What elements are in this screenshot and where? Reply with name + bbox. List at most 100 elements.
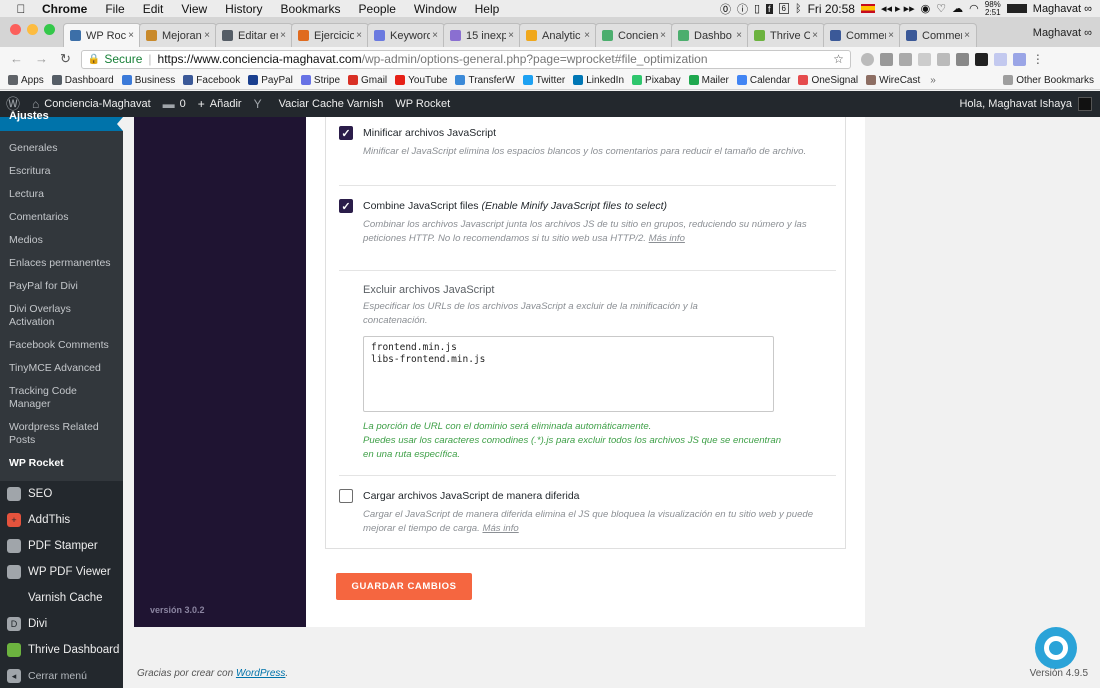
tab-close-icon[interactable]: × bbox=[964, 30, 970, 41]
minify-js-checkbox[interactable]: ✓ bbox=[339, 126, 353, 140]
battery-icon[interactable] bbox=[1006, 4, 1027, 13]
add-new-link[interactable]: + Añadir bbox=[198, 97, 242, 111]
site-name-link[interactable]: ⌂ Conciencia-Maghavat bbox=[32, 97, 151, 111]
submenu-item[interactable]: Divi Overlays Activation bbox=[0, 298, 123, 334]
tab-close-icon[interactable]: × bbox=[888, 30, 894, 41]
defer-js-more-link[interactable]: Más info bbox=[482, 523, 518, 534]
tab-close-icon[interactable]: × bbox=[204, 30, 210, 41]
submenu-item[interactable]: Facebook Comments bbox=[0, 334, 123, 357]
browser-tab[interactable]: Ejercicio × bbox=[291, 23, 369, 47]
submenu-item[interactable]: Wordpress Related Posts bbox=[0, 416, 123, 452]
bookmark-star-icon[interactable]: ☆ bbox=[833, 52, 844, 66]
bookmark-item[interactable]: Dashboard bbox=[51, 75, 114, 86]
save-changes-button[interactable]: GUARDAR CAMBIOS bbox=[336, 573, 472, 600]
bookmark-item[interactable]: Pixabay bbox=[632, 75, 681, 86]
bookmark-item[interactable]: TransferW bbox=[455, 75, 515, 86]
extension-icon-2[interactable] bbox=[879, 52, 893, 66]
back-arrow-icon[interactable]: ← bbox=[10, 51, 23, 67]
help-lifebuoy-icon[interactable] bbox=[1035, 627, 1077, 669]
menu-item[interactable]: PDF Stamper bbox=[0, 533, 123, 559]
browser-tab[interactable]: WP Rock× bbox=[63, 23, 141, 47]
tab-close-icon[interactable]: × bbox=[736, 30, 742, 41]
profile-name[interactable]: Maghavat ∞ bbox=[1033, 27, 1092, 39]
browser-tab[interactable]: Concien × bbox=[595, 23, 673, 47]
status-icon-4[interactable]: f bbox=[766, 3, 773, 14]
menu-item[interactable]: History bbox=[225, 2, 262, 16]
menu-item[interactable]: Edit bbox=[143, 2, 164, 16]
menu-item[interactable]: + AddThis bbox=[0, 507, 123, 533]
submenu-item[interactable]: Escritura bbox=[0, 160, 123, 183]
screen-record-icon[interactable]: ◉ bbox=[921, 2, 931, 15]
submenu-item[interactable]: Generales bbox=[0, 137, 123, 160]
bookmark-item[interactable]: Business bbox=[121, 75, 175, 86]
browser-tab[interactable]: Thrive C × bbox=[747, 23, 825, 47]
menu-item[interactable]: Varnish Cache bbox=[0, 585, 123, 611]
defer-js-checkbox[interactable] bbox=[339, 489, 353, 503]
menu-item[interactable]: WP PDF Viewer bbox=[0, 559, 123, 585]
extension-icon-8[interactable] bbox=[993, 52, 1007, 66]
submenu-item[interactable]: Tracking Code Manager bbox=[0, 380, 123, 416]
reload-icon[interactable]: ↻ bbox=[60, 51, 71, 67]
other-bookmarks[interactable]: Other Bookmarks bbox=[1003, 75, 1094, 86]
combine-js-checkbox[interactable]: ✓ bbox=[339, 199, 353, 213]
wordpress-link[interactable]: WordPress bbox=[236, 668, 285, 679]
extension-icon-7[interactable] bbox=[974, 52, 988, 66]
status-icon-2[interactable]: ⓘ bbox=[737, 1, 748, 17]
browser-tab[interactable]: Analytic × bbox=[519, 23, 597, 47]
bookmark-item[interactable]: YouTube bbox=[395, 75, 447, 86]
menu-item[interactable]: Help bbox=[475, 2, 500, 16]
heart-icon[interactable]: ♡ bbox=[936, 2, 946, 15]
extension-icon-3[interactable] bbox=[898, 52, 912, 66]
extension-icon-4[interactable] bbox=[917, 52, 931, 66]
user-menu[interactable]: Maghavat ∞ bbox=[1033, 3, 1092, 15]
browser-tab[interactable]: Commen× bbox=[899, 23, 977, 47]
bookmark-item[interactable]: WireCast bbox=[866, 75, 920, 86]
zoom-window-button[interactable] bbox=[44, 24, 55, 35]
menu-app-name[interactable]: Chrome bbox=[42, 2, 87, 16]
menu-item[interactable]: People bbox=[359, 2, 396, 16]
tab-close-icon[interactable]: × bbox=[432, 30, 438, 41]
submenu-item[interactable]: TinyMCE Advanced bbox=[0, 357, 123, 380]
bookmark-item[interactable]: OneSignal bbox=[798, 75, 858, 86]
menu-item[interactable]: SEO bbox=[0, 481, 123, 507]
status-icon-3[interactable]: ▯ bbox=[754, 2, 760, 15]
tab-close-icon[interactable]: × bbox=[356, 30, 362, 41]
extension-icon-9[interactable] bbox=[1012, 52, 1026, 66]
varnish-purge-link[interactable]: Vaciar Cache Varnish bbox=[279, 98, 384, 110]
submenu-item[interactable]: Lectura bbox=[0, 183, 123, 206]
tab-close-icon[interactable]: × bbox=[660, 30, 666, 41]
tab-close-icon[interactable]: × bbox=[128, 30, 134, 41]
status-icon-1[interactable]: ⓪ bbox=[720, 1, 731, 17]
flag-icon[interactable] bbox=[860, 4, 875, 13]
close-window-button[interactable] bbox=[10, 24, 21, 35]
extension-icon-6[interactable] bbox=[955, 52, 969, 66]
chrome-menu-icon[interactable]: ⋮ bbox=[1032, 52, 1045, 66]
bookmark-item[interactable]: Mailer bbox=[688, 75, 729, 86]
exclude-js-textarea[interactable] bbox=[363, 336, 774, 412]
browser-tab[interactable]: Editar er × bbox=[215, 23, 293, 47]
bluetooth-icon[interactable]: ᛒ bbox=[795, 3, 802, 15]
account-menu[interactable]: Hola, Maghavat Ishaya bbox=[959, 97, 1092, 111]
clock[interactable]: Fri 20:58 bbox=[808, 2, 855, 16]
apple-icon[interactable]:  bbox=[14, 2, 28, 16]
bookmark-item[interactable]: Gmail bbox=[348, 75, 387, 86]
menu-item[interactable]: File bbox=[105, 2, 124, 16]
menu-item[interactable]: Thrive Dashboard bbox=[0, 637, 123, 663]
submenu-item[interactable]: PayPal for Divi bbox=[0, 275, 123, 298]
forward-arrow-icon[interactable]: → bbox=[35, 51, 48, 67]
menu-item[interactable]: View bbox=[181, 2, 207, 16]
submenu-item[interactable]: Medios bbox=[0, 229, 123, 252]
bookmark-item[interactable]: Calendar bbox=[736, 75, 790, 86]
menu-item[interactable]: D Divi bbox=[0, 611, 123, 637]
browser-tab[interactable]: Dashbo × bbox=[671, 23, 749, 47]
bookmark-item[interactable]: Facebook bbox=[183, 75, 240, 86]
wifi-icon[interactable]: ◠ bbox=[969, 2, 979, 15]
bookmark-item[interactable]: Stripe bbox=[300, 75, 340, 86]
wp-rocket-link[interactable]: WP Rocket bbox=[395, 98, 450, 110]
browser-tab[interactable]: Keyword × bbox=[367, 23, 445, 47]
cloud-icon[interactable]: ☁ bbox=[952, 2, 963, 15]
bookmarks-overflow[interactable]: » bbox=[930, 75, 936, 86]
collapse-menu[interactable]: ◂ Cerrar menú bbox=[0, 663, 123, 688]
address-bar[interactable]: 🔒 Secure | https://www.conciencia-maghav… bbox=[80, 49, 851, 69]
browser-tab[interactable]: 15 inexp × bbox=[443, 23, 521, 47]
